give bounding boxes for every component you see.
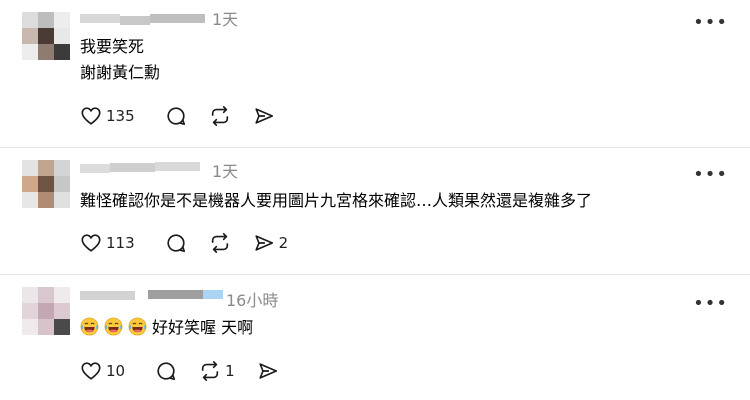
laughing-face-emoji: [80, 317, 99, 336]
more-icon[interactable]: •••: [693, 295, 728, 313]
comment-button[interactable]: [155, 360, 177, 382]
avatar[interactable]: [22, 287, 70, 335]
post-time: 16小時: [226, 291, 279, 310]
post-time: 1天: [212, 162, 239, 181]
action-bar: 113 2: [80, 231, 310, 255]
comment-button[interactable]: [165, 232, 187, 254]
like-button[interactable]: 10: [80, 360, 125, 382]
comment-button[interactable]: [165, 105, 187, 127]
username-blurred[interactable]: [80, 286, 225, 302]
more-icon[interactable]: •••: [693, 166, 728, 184]
comment-icon: [165, 232, 187, 254]
action-bar: 10 1: [80, 359, 301, 383]
action-bar: 135: [80, 104, 297, 128]
avatar[interactable]: [22, 160, 70, 208]
laughing-face-emoji: [128, 317, 147, 336]
comment-line: 難怪確認你是不是機器人要用圖片九宮格來確認…人類果然還是複雜多了: [80, 191, 593, 210]
like-button[interactable]: 135: [80, 105, 135, 127]
comment-line: 我要笑死: [80, 37, 145, 56]
like-count: 113: [106, 234, 135, 252]
comment-line: 好好笑喔 天啊: [80, 315, 253, 341]
share-icon: [253, 232, 275, 254]
username-blurred[interactable]: [80, 159, 210, 175]
share-icon: [257, 360, 279, 382]
laughing-face-emoji: [104, 317, 123, 336]
share-button[interactable]: [257, 360, 279, 382]
post-time: 1天: [212, 10, 239, 29]
comment-line: 謝謝黃仁勳: [80, 63, 161, 82]
comment-text: 好好笑喔 天啊: [152, 318, 254, 337]
more-icon[interactable]: •••: [693, 14, 728, 32]
comment-icon: [155, 360, 177, 382]
comment-icon: [165, 105, 187, 127]
share-count: 2: [278, 234, 289, 252]
like-count: 10: [106, 362, 126, 380]
repost-icon: [209, 232, 231, 254]
like-button[interactable]: 113: [80, 232, 135, 254]
heart-icon: [80, 360, 102, 382]
repost-icon: [209, 105, 231, 127]
share-button[interactable]: [253, 105, 275, 127]
heart-icon: [80, 105, 102, 127]
repost-button[interactable]: [209, 105, 231, 127]
repost-button[interactable]: 1: [199, 360, 235, 382]
comment-item: 1天 ••• 我要笑死 謝謝黃仁勳 135: [0, 0, 750, 148]
like-count: 135: [106, 107, 135, 125]
repost-button[interactable]: [209, 232, 231, 254]
heart-icon: [80, 232, 102, 254]
comment-item: 16小時 ••• 好好笑喔 天啊 10 1: [0, 275, 750, 400]
avatar[interactable]: [22, 12, 70, 60]
repost-icon: [199, 360, 221, 382]
username-blurred[interactable]: [80, 11, 210, 27]
repost-count: 1: [225, 362, 235, 380]
share-button[interactable]: 2: [253, 232, 289, 254]
comment-item: 1天 ••• 難怪確認你是不是機器人要用圖片九宮格來確認…人類果然還是複雜多了 …: [0, 148, 750, 275]
share-icon: [253, 105, 275, 127]
